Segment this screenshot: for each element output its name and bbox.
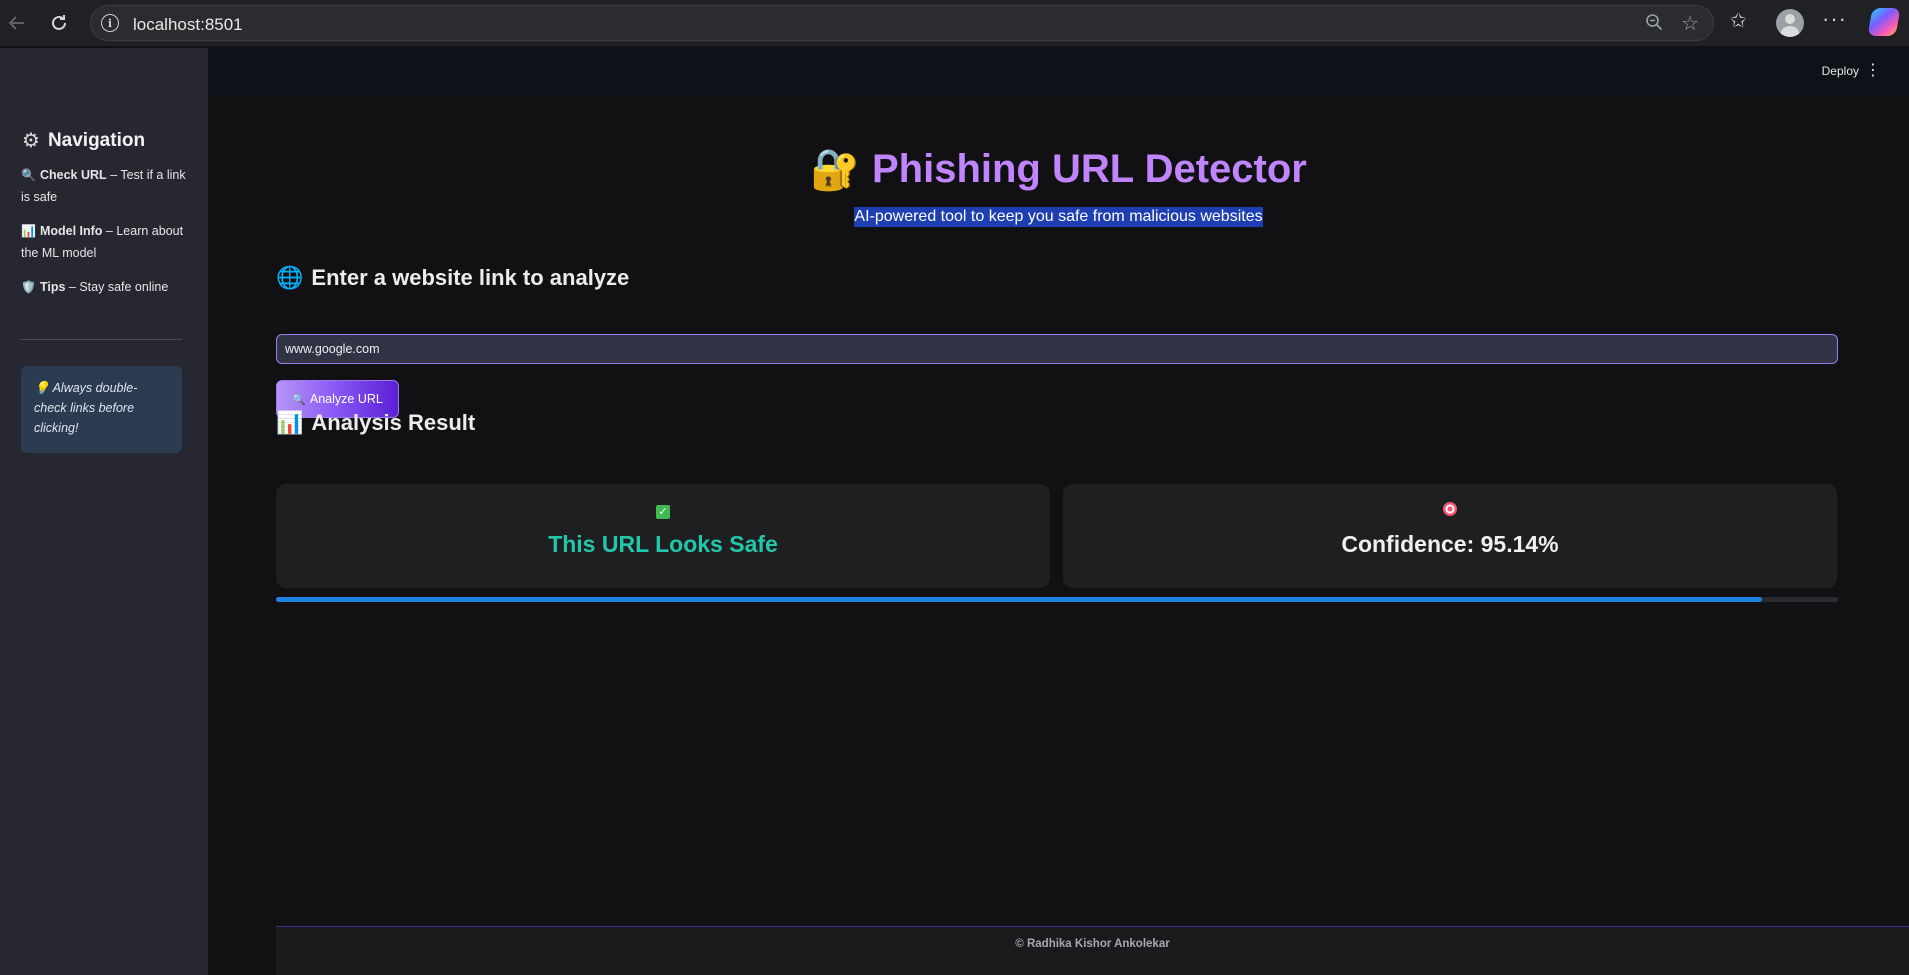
sidebar-item-desc: – Stay safe online xyxy=(65,280,169,294)
info-icon[interactable]: i xyxy=(101,14,119,32)
tip-box: 💡 Always double-check links before click… xyxy=(21,366,182,453)
sidebar-item-label: Tips xyxy=(39,280,66,294)
lightbulb-icon: 💡 xyxy=(34,381,50,395)
deploy-button[interactable]: Deploy xyxy=(1822,64,1859,78)
input-heading-text: Enter a website link to analyze xyxy=(311,265,630,290)
confidence-progress-fill xyxy=(276,597,1763,602)
result-status-text: This URL Looks Safe xyxy=(548,531,778,557)
subtitle-row: AI-powered tool to keep you safe from ma… xyxy=(208,207,1909,227)
search-icon: 🔍 xyxy=(21,168,36,182)
sidebar-item-tips[interactable]: 🛡️ Tips – Stay safe online xyxy=(21,276,186,298)
confidence-card: Confidence: 95.14% xyxy=(1063,484,1837,588)
input-heading: 🌐 Enter a website link to analyze xyxy=(276,265,629,291)
tip-text: Always double-check links before clickin… xyxy=(34,381,138,435)
sidebar-item-label: Model Info xyxy=(39,224,103,238)
bar-chart-icon: 📊 xyxy=(21,224,36,238)
more-options-icon[interactable]: ··· xyxy=(1822,6,1847,32)
check-mark-icon: ✓ xyxy=(656,505,670,519)
profile-avatar[interactable] xyxy=(1776,9,1804,37)
sidebar-title-text: Navigation xyxy=(47,129,146,151)
reload-icon[interactable] xyxy=(44,8,74,38)
result-heading-text: Analysis Result xyxy=(311,410,476,435)
confidence-text: Confidence: 95.14% xyxy=(1341,531,1559,557)
sidebar: ⚙ Navigation 🔍 Check URL – Test if a link… xyxy=(0,48,208,975)
bar-chart-icon: 📊 xyxy=(276,410,304,435)
lock-key-icon: 🔐 xyxy=(810,148,860,192)
star-icon[interactable]: ☆ xyxy=(1681,11,1699,36)
globe-icon: 🌐 xyxy=(276,265,304,290)
sidebar-item-check-url[interactable]: 🔍 Check URL – Test if a link is safe xyxy=(21,164,186,208)
analyze-url-label: Analyze URL xyxy=(309,392,383,406)
result-status-card: ✓ This URL Looks Safe xyxy=(276,484,1050,588)
search-icon: 🔍 xyxy=(292,393,306,406)
page-title: Phishing URL Detector xyxy=(871,147,1307,191)
main-content: Deploy ⋮ 🔐 Phishing URL Detector AI-powe… xyxy=(208,48,1909,975)
url-input[interactable] xyxy=(276,334,1838,364)
browser-toolbar: i localhost:8501 ☆ ✩ ··· xyxy=(0,0,1909,46)
zoom-out-icon[interactable] xyxy=(1645,13,1663,36)
result-heading: 📊 Analysis Result xyxy=(276,410,475,436)
footer-text: © Radhika Kishor Ankolekar xyxy=(1015,938,1170,950)
footer: © Radhika Kishor Ankolekar xyxy=(276,926,1909,975)
gear-icon: ⚙ xyxy=(22,130,40,152)
confidence-progress-bar xyxy=(276,597,1838,602)
address-url[interactable]: localhost:8501 xyxy=(133,15,243,35)
copilot-icon[interactable] xyxy=(1867,8,1901,36)
target-icon xyxy=(1443,502,1457,516)
app-header: Deploy ⋮ xyxy=(208,48,1909,96)
page-title-row: 🔐 Phishing URL Detector xyxy=(208,146,1909,193)
favorites-icon[interactable]: ✩ xyxy=(1730,8,1747,33)
sidebar-title: ⚙ Navigation xyxy=(22,128,145,153)
page-subtitle: AI-powered tool to keep you safe from ma… xyxy=(854,207,1263,227)
sidebar-item-model-info[interactable]: 📊 Model Info – Learn about the ML model xyxy=(21,220,186,264)
kebab-menu-icon[interactable]: ⋮ xyxy=(1865,60,1881,80)
sidebar-divider xyxy=(21,339,182,340)
shield-icon: 🛡️ xyxy=(21,280,36,294)
back-arrow-icon[interactable] xyxy=(2,8,32,38)
sidebar-item-label: Check URL xyxy=(39,168,107,182)
address-bar[interactable]: i localhost:8501 ☆ xyxy=(90,5,1714,41)
